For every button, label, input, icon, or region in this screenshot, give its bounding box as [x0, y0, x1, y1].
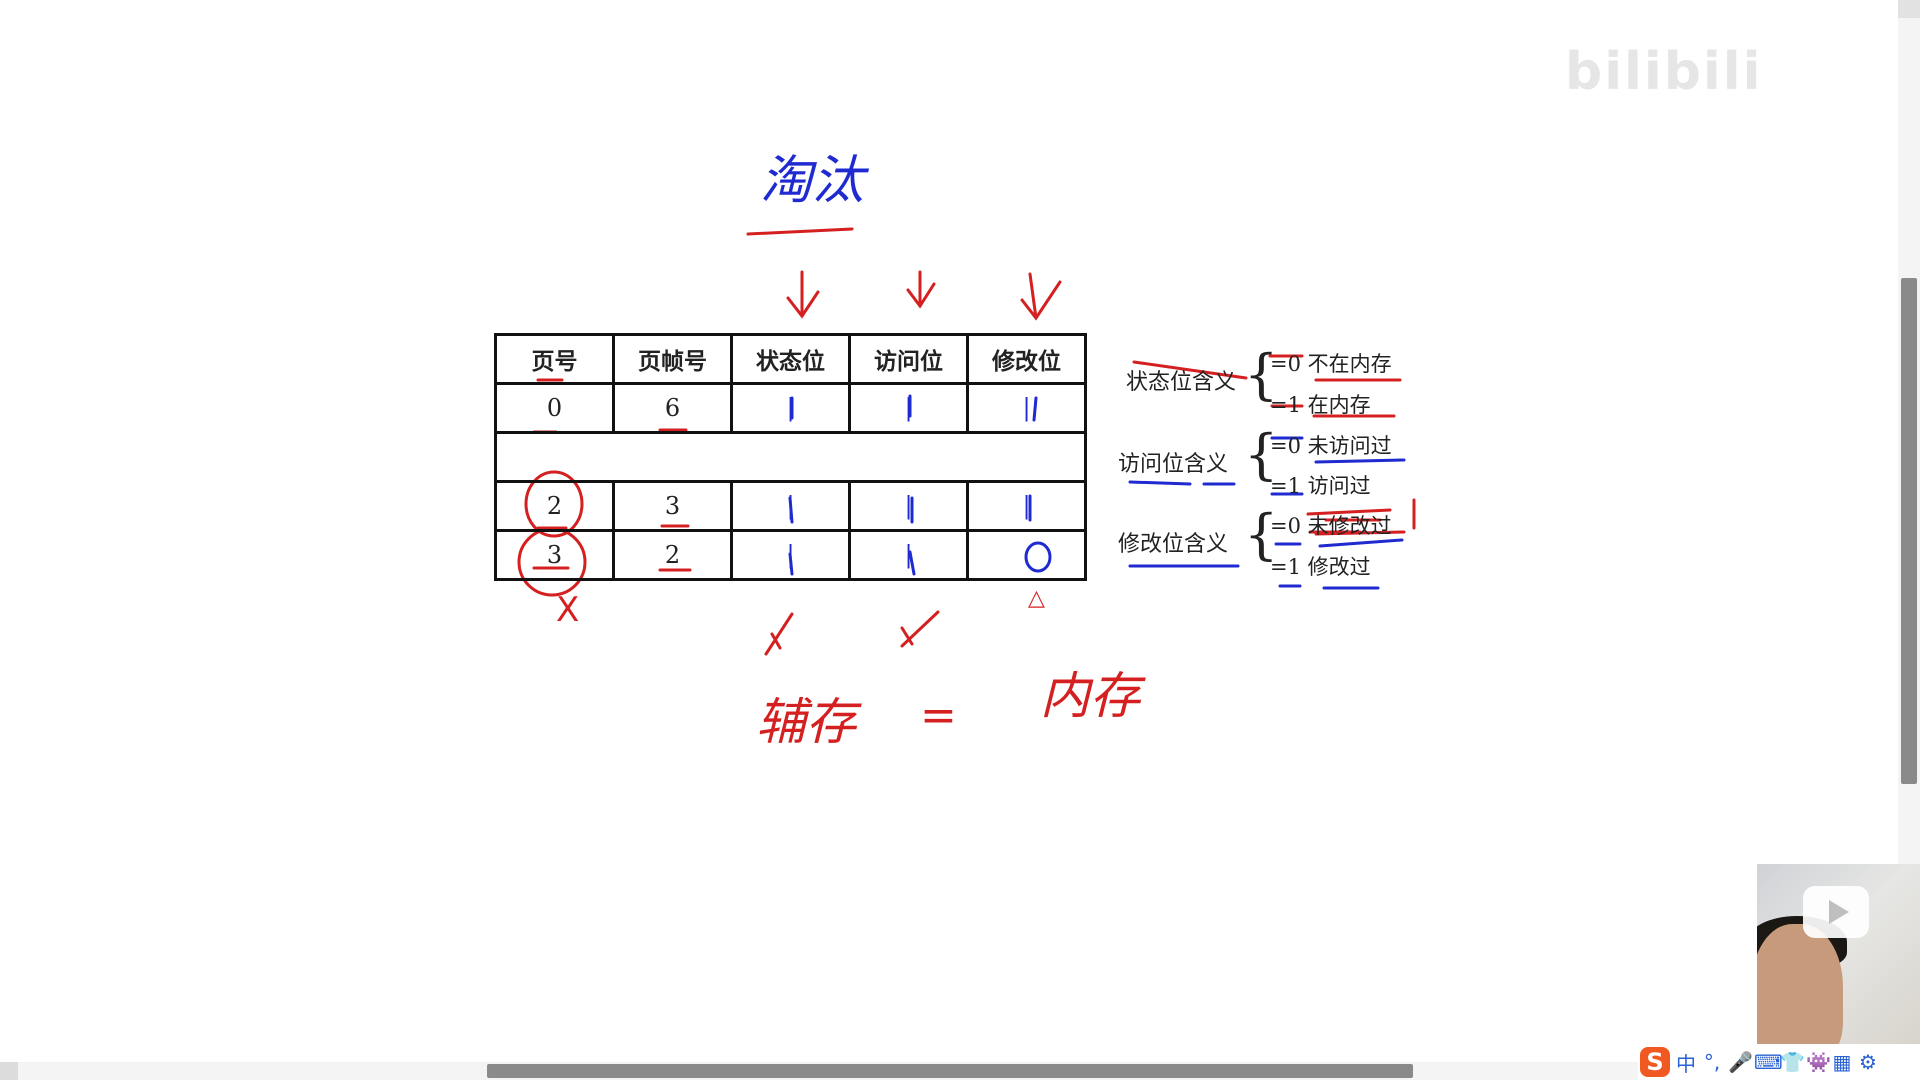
table-cell: 3	[494, 529, 615, 581]
play-icon[interactable]	[1803, 886, 1869, 938]
down-arrow-status	[786, 270, 820, 319]
table-header-row: 页号 页帧号 状态位 访问位 修改位	[494, 333, 1087, 385]
handwriting-bottom-right: 内存	[1040, 667, 1140, 725]
legend-label: 修改位含义	[1118, 532, 1229, 557]
webcam-overlay[interactable]	[1757, 864, 1920, 1044]
table-row: 3 2 | | 0	[494, 529, 1087, 581]
table-cell: 0	[494, 382, 615, 434]
triangle-mark: △	[1028, 586, 1045, 611]
keyboard-icon[interactable]: ⌨	[1754, 1050, 1783, 1074]
ime-punctuation-icon[interactable]: °,	[1702, 1050, 1722, 1074]
table-cell	[848, 431, 969, 483]
toolbox-icon[interactable]: ▦	[1832, 1050, 1852, 1074]
webcam-face	[1757, 924, 1843, 1044]
down-arrow-modify	[1020, 272, 1062, 321]
legend-value-one: =1 修改过	[1270, 555, 1371, 579]
table-cell: |	[730, 480, 851, 532]
table-cell: 6	[612, 382, 733, 434]
scroll-up-button[interactable]	[1898, 0, 1920, 18]
horizontal-scrollbar-thumb[interactable]	[487, 1064, 1413, 1078]
table-cell: |	[730, 382, 851, 434]
col-header-frame-number: 页帧号	[612, 333, 733, 385]
table-cell	[612, 431, 733, 483]
whiteboard: bilibili 淘汰 页号 页帧号 状态位 访问位 修改位 0 6 | | |…	[0, 0, 1920, 1080]
table-cell: 2	[494, 480, 615, 532]
table-cell: |	[848, 529, 969, 581]
table-cell: 0	[966, 529, 1087, 581]
handwriting-bottom-left: 辅存	[756, 693, 856, 751]
vertical-scrollbar-thumb[interactable]	[1901, 278, 1917, 784]
sogou-logo-icon[interactable]: S	[1640, 1047, 1670, 1077]
skin-icon[interactable]: 👕	[1780, 1050, 1805, 1074]
scroll-left-button[interactable]	[0, 1062, 18, 1080]
legend-label: 状态位含义	[1126, 370, 1237, 395]
ime-language-toggle[interactable]: 中	[1676, 1048, 1696, 1077]
table-cell: |	[966, 480, 1087, 532]
table-cell	[966, 431, 1087, 483]
down-arrow-visit	[906, 270, 936, 309]
legend-value-one: =1 访问过	[1270, 474, 1371, 498]
table-cell	[494, 431, 615, 483]
legend-value-zero: =0 未访问过	[1270, 434, 1392, 458]
table-cell: |	[848, 480, 969, 532]
table-cell: |	[848, 382, 969, 434]
table-row: 0 6 | | |	[494, 382, 1087, 434]
ime-toolbar[interactable]: S 中 °, 🎤 ⌨ 👕 👾 ▦ ⚙	[1638, 1044, 1920, 1080]
table-cell: 3	[612, 480, 733, 532]
table-cell: |	[966, 382, 1087, 434]
table-cell: |	[730, 529, 851, 581]
table-cell	[730, 431, 851, 483]
bilibili-watermark: bilibili	[1565, 42, 1763, 102]
col-header-status-bit: 状态位	[730, 333, 851, 385]
emoji-icon[interactable]: 👾	[1806, 1050, 1831, 1074]
settings-icon[interactable]: ⚙	[1858, 1050, 1878, 1074]
legend-label: 访问位含义	[1118, 452, 1229, 477]
microphone-icon[interactable]: 🎤	[1728, 1050, 1753, 1074]
page-table: 页号 页帧号 状态位 访问位 修改位 0 6 | | | 2 3 | | | 3…	[494, 333, 1087, 581]
legend-value-one: =1 在内存	[1270, 393, 1371, 417]
col-header-page-number: 页号	[494, 333, 615, 385]
col-header-access-bit: 访问位	[848, 333, 969, 385]
table-row	[494, 431, 1087, 483]
legend-value-zero: =0 未修改过	[1270, 514, 1392, 538]
handwriting-equals: =	[920, 690, 957, 741]
cross-mark: X	[556, 590, 580, 630]
horizontal-scrollbar[interactable]	[0, 1062, 1898, 1080]
col-header-modify-bit: 修改位	[966, 333, 1087, 385]
table-row: 2 3 | | |	[494, 480, 1087, 532]
table-cell: 2	[612, 529, 733, 581]
handwriting-top: 淘汰	[760, 151, 865, 211]
legend-value-zero: =0 不在内存	[1270, 352, 1392, 376]
